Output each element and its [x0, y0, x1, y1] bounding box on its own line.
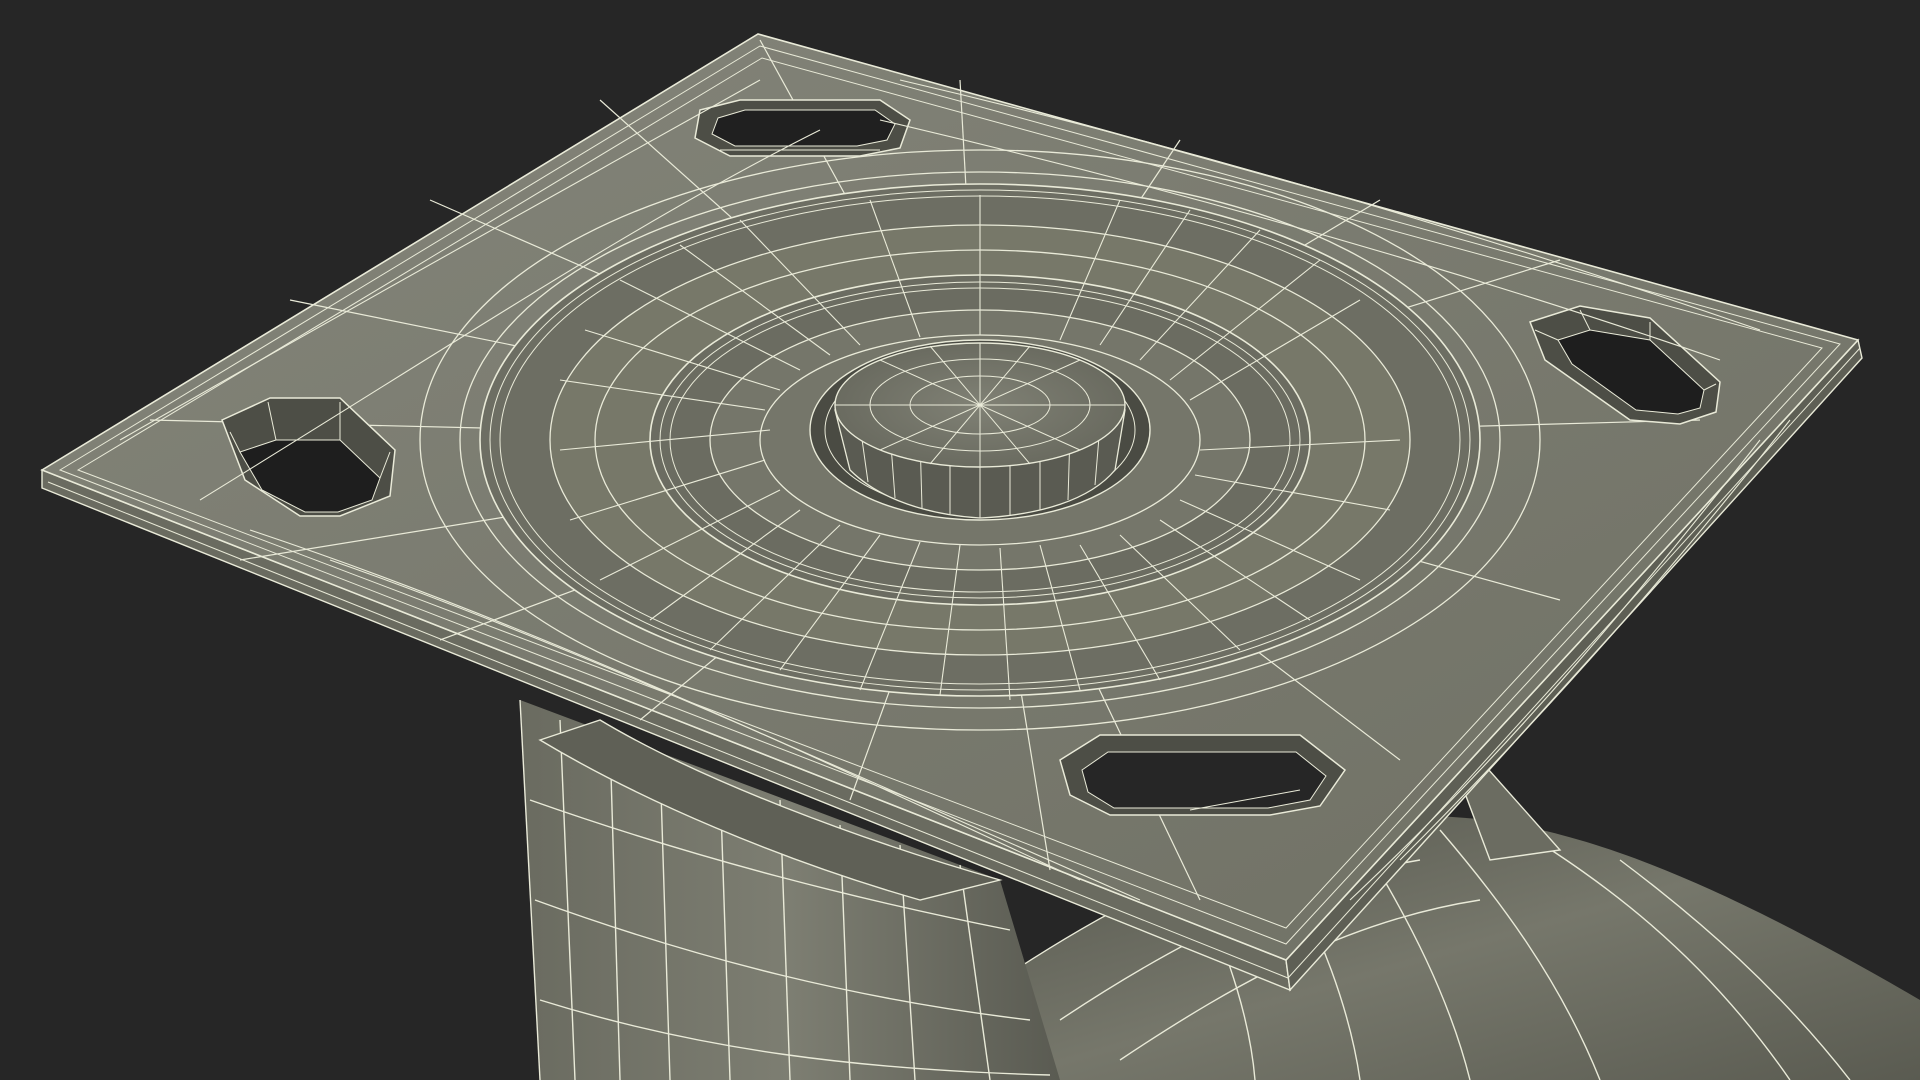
mounting-slot-bottom	[1059, 734, 1347, 816]
wireframe-render-viewport	[40, 33, 1920, 1080]
mounting-slot-top	[694, 99, 911, 157]
